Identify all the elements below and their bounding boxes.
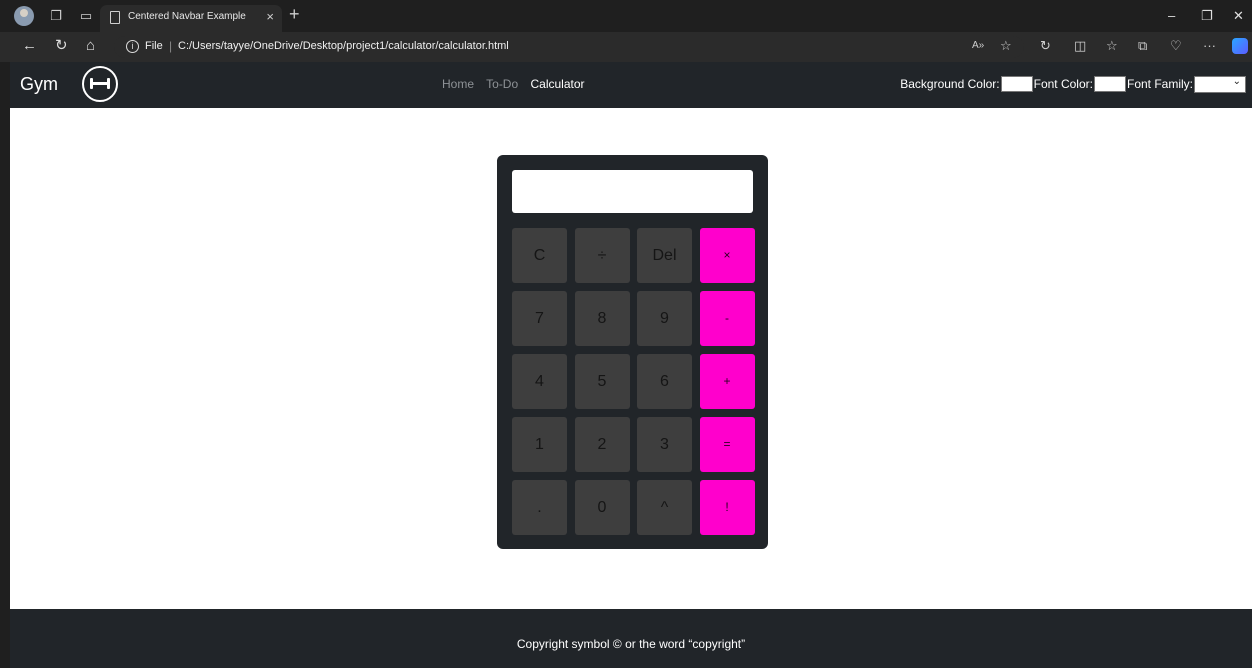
- workspaces-icon[interactable]: ❐: [48, 8, 64, 24]
- key-subtract-button[interactable]: -: [699, 291, 755, 346]
- tab-title: Centered Navbar Example: [128, 11, 246, 22]
- profile-avatar[interactable]: [14, 6, 34, 26]
- key-equals-button[interactable]: =: [699, 417, 755, 472]
- key-factorial-button[interactable]: !: [699, 480, 755, 535]
- favorite-star-icon[interactable]: ☆: [1000, 38, 1012, 54]
- key-5-button[interactable]: 5: [574, 354, 630, 409]
- site-navbar: Gym Home To-Do Calculator Background Col…: [10, 62, 1252, 108]
- minimize-icon[interactable]: –: [1168, 8, 1175, 23]
- more-menu-icon[interactable]: ···: [1203, 38, 1216, 54]
- calculator-display[interactable]: [512, 170, 753, 213]
- background-color-picker[interactable]: [1000, 76, 1033, 92]
- browser-chrome: ❐ ▭ Centered Navbar Example × + – ❐ ✕ ← …: [0, 0, 1252, 62]
- key-4-button[interactable]: 4: [512, 354, 567, 409]
- address-separator: |: [169, 39, 173, 53]
- tab-bar: ❐ ▭ Centered Navbar Example × + – ❐ ✕: [0, 0, 1252, 32]
- key-9-button[interactable]: 9: [637, 291, 692, 346]
- nav-link-home[interactable]: Home: [442, 77, 474, 91]
- page-icon: [110, 11, 120, 24]
- key-7-button[interactable]: 7: [512, 291, 567, 346]
- background-color-label: Background Color:: [900, 77, 1000, 91]
- close-tab-icon[interactable]: ×: [266, 9, 274, 24]
- new-tab-button[interactable]: +: [289, 5, 300, 23]
- info-icon[interactable]: i: [126, 40, 139, 53]
- key-6-button[interactable]: 6: [637, 354, 692, 409]
- font-family-label: Font Family:: [1126, 77, 1193, 91]
- tab-actions-icon[interactable]: ▭: [78, 8, 94, 24]
- chevron-down-icon: ⌄: [1232, 75, 1241, 87]
- browser-essentials-icon[interactable]: ♡: [1170, 38, 1182, 54]
- address-bar[interactable]: i File | C:/Users/tayye/OneDrive/Desktop…: [114, 36, 1024, 58]
- close-window-icon[interactable]: ✕: [1233, 8, 1244, 24]
- address-toolbar: ← ↻ ⌂ i File | C:/Users/tayye/OneDrive/D…: [0, 32, 1252, 62]
- collections-icon[interactable]: ⧉: [1138, 38, 1147, 54]
- split-screen-icon[interactable]: ◫: [1074, 38, 1086, 54]
- key-decimal-button[interactable]: .: [512, 480, 567, 535]
- footer-copyright: Copyright symbol © or the word “copyrigh…: [516, 637, 746, 651]
- nav-link-calculator[interactable]: Calculator: [531, 77, 585, 91]
- window-edge: [0, 62, 10, 668]
- key-1-button[interactable]: 1: [512, 417, 567, 472]
- refresh-extension-icon[interactable]: ↻: [1040, 38, 1051, 54]
- key-8-button[interactable]: 8: [574, 291, 630, 346]
- copilot-icon[interactable]: [1232, 38, 1248, 54]
- key-clear-button[interactable]: C: [512, 228, 567, 283]
- font-color-picker[interactable]: [1093, 76, 1126, 92]
- font-color-label: Font Color:: [1033, 77, 1093, 91]
- dumbbell-icon[interactable]: [82, 66, 118, 102]
- key-3-button[interactable]: 3: [637, 417, 692, 472]
- address-path: C:/Users/tayye/OneDrive/Desktop/project1…: [178, 40, 509, 52]
- key-power-button[interactable]: ^: [637, 480, 692, 535]
- key-divide-button[interactable]: ÷: [574, 228, 630, 283]
- key-2-button[interactable]: 2: [574, 417, 630, 472]
- refresh-icon[interactable]: ↻: [55, 38, 68, 54]
- key-delete-button[interactable]: Del: [637, 228, 692, 283]
- address-scheme: File: [145, 40, 163, 52]
- read-aloud-icon[interactable]: A»: [972, 38, 984, 54]
- site-footer: Copyright symbol © or the word “copyrigh…: [10, 609, 1252, 668]
- key-multiply-button[interactable]: ×: [699, 228, 755, 283]
- theme-controls: Background Color: Font Color: Font Famil…: [900, 74, 1246, 94]
- restore-icon[interactable]: ❐: [1201, 8, 1213, 24]
- browser-tab[interactable]: Centered Navbar Example ×: [100, 5, 282, 32]
- key-0-button[interactable]: 0: [574, 480, 630, 535]
- calculator: C ÷ Del × 7 8 9- 4 5 6 +1 2 3 =. 0 ^!: [497, 155, 768, 549]
- brand-name[interactable]: Gym: [20, 74, 58, 95]
- back-icon[interactable]: ←: [22, 38, 37, 54]
- favorites-icon[interactable]: ☆: [1106, 38, 1118, 54]
- nav-links: Home To-Do Calculator: [442, 77, 594, 91]
- nav-link-todo[interactable]: To-Do: [486, 77, 518, 91]
- key-add-button[interactable]: +: [699, 354, 755, 409]
- home-icon[interactable]: ⌂: [86, 38, 95, 54]
- font-family-select[interactable]: ⌄: [1194, 75, 1246, 93]
